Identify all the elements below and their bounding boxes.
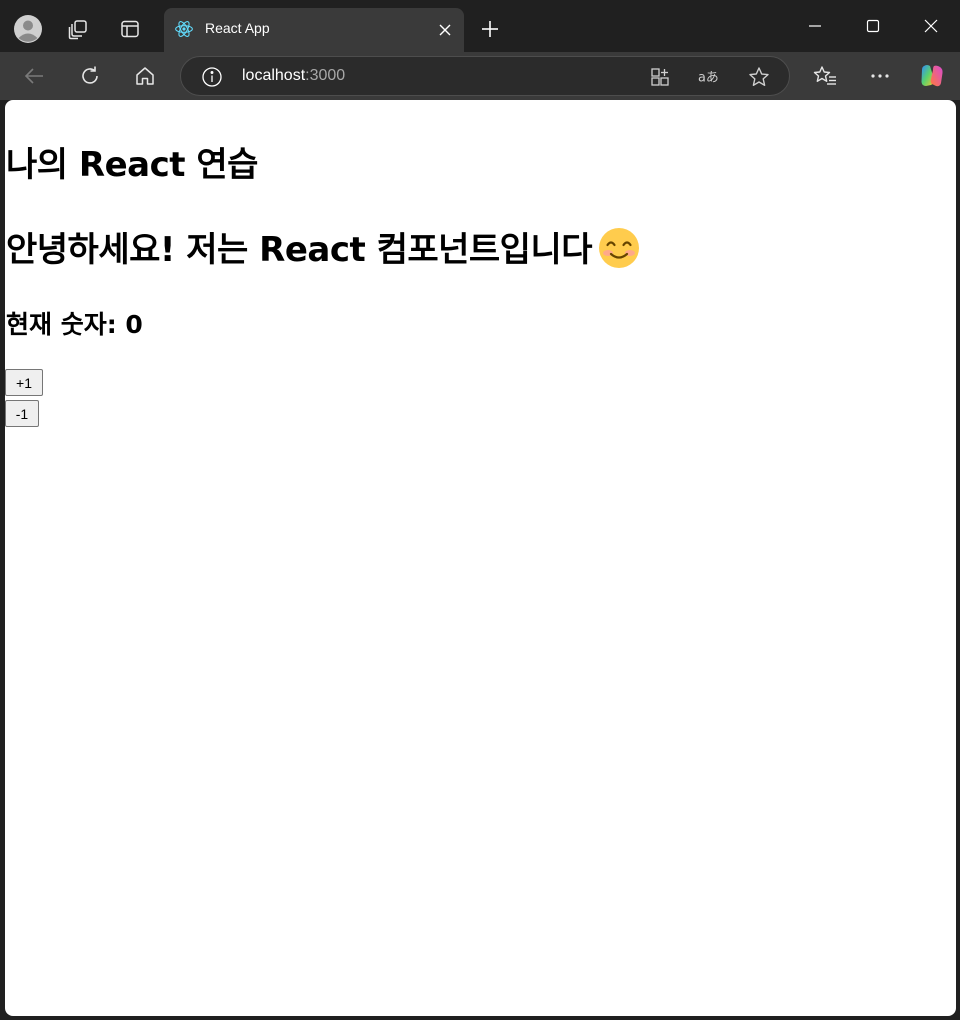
profile-avatar-icon: [14, 15, 42, 43]
workspaces-button[interactable]: [60, 11, 96, 47]
url-host: localhost: [242, 67, 306, 84]
more-menu-button[interactable]: [862, 58, 898, 94]
page-title: 나의 React 연습: [6, 145, 258, 185]
refresh-button[interactable]: [72, 58, 108, 94]
profile-button[interactable]: [10, 11, 46, 47]
favorites-list-icon: [813, 66, 836, 85]
url-text[interactable]: localhost:3000: [242, 67, 345, 85]
tab-strip: React App: [0, 0, 960, 52]
maximize-icon: [866, 19, 880, 33]
react-logo-icon: [175, 21, 193, 37]
translate-button[interactable]: aあ: [698, 66, 720, 88]
address-bar[interactable]: localhost:3000 aあ: [180, 56, 790, 96]
minimize-icon: [809, 25, 821, 27]
favorite-star-button[interactable]: [748, 66, 770, 88]
greeting-heading: 안녕하세요! 저는 React 컴포넌트입니다: [6, 222, 640, 271]
url-port: :3000: [305, 67, 346, 84]
split-screen-button[interactable]: [649, 66, 671, 88]
translate-icon: aあ: [698, 71, 719, 86]
smiling-face-emoji-icon: [599, 228, 640, 268]
tab-close-button[interactable]: [434, 19, 456, 41]
site-info-icon[interactable]: [201, 66, 223, 88]
home-icon: [136, 67, 154, 85]
browser-window: React App localhost:3000 aあ 나의 React 연습 …: [0, 0, 960, 1020]
close-window-button[interactable]: [908, 8, 954, 44]
more-horizontal-icon: [871, 74, 889, 78]
plus-icon: [482, 21, 498, 37]
split-screen-icon: [651, 68, 669, 86]
vertical-tabs-button[interactable]: [112, 11, 148, 47]
svg-text:aあ: aあ: [698, 71, 719, 86]
refresh-icon: [82, 66, 98, 84]
workspaces-icon: [68, 20, 87, 40]
maximize-button[interactable]: [850, 8, 896, 44]
star-icon: [749, 67, 769, 86]
close-icon: [924, 19, 938, 33]
decrement-button[interactable]: -1: [5, 400, 39, 427]
back-button[interactable]: [16, 58, 52, 94]
greeting-text: 안녕하세요! 저는 React 컴포넌트입니다: [6, 230, 593, 270]
close-icon: [439, 24, 451, 36]
counter-display: 현재 숫자: 0: [6, 310, 143, 339]
increment-button[interactable]: +1: [5, 369, 43, 396]
page-viewport: 나의 React 연습 안녕하세요! 저는 React 컴포넌트입니다 현재 숫…: [5, 100, 956, 1016]
tab-react-app[interactable]: React App: [164, 8, 464, 52]
copilot-button[interactable]: [914, 58, 950, 94]
tab-title: React App: [205, 20, 270, 36]
favorites-button[interactable]: [807, 58, 843, 94]
home-button[interactable]: [127, 58, 163, 94]
copilot-icon: [921, 65, 943, 87]
sidebar-tabs-icon: [121, 20, 139, 38]
browser-toolbar: localhost:3000 aあ: [0, 52, 960, 100]
minimize-button[interactable]: [792, 8, 838, 44]
back-arrow-icon: [24, 68, 43, 84]
new-tab-button[interactable]: [474, 13, 506, 45]
